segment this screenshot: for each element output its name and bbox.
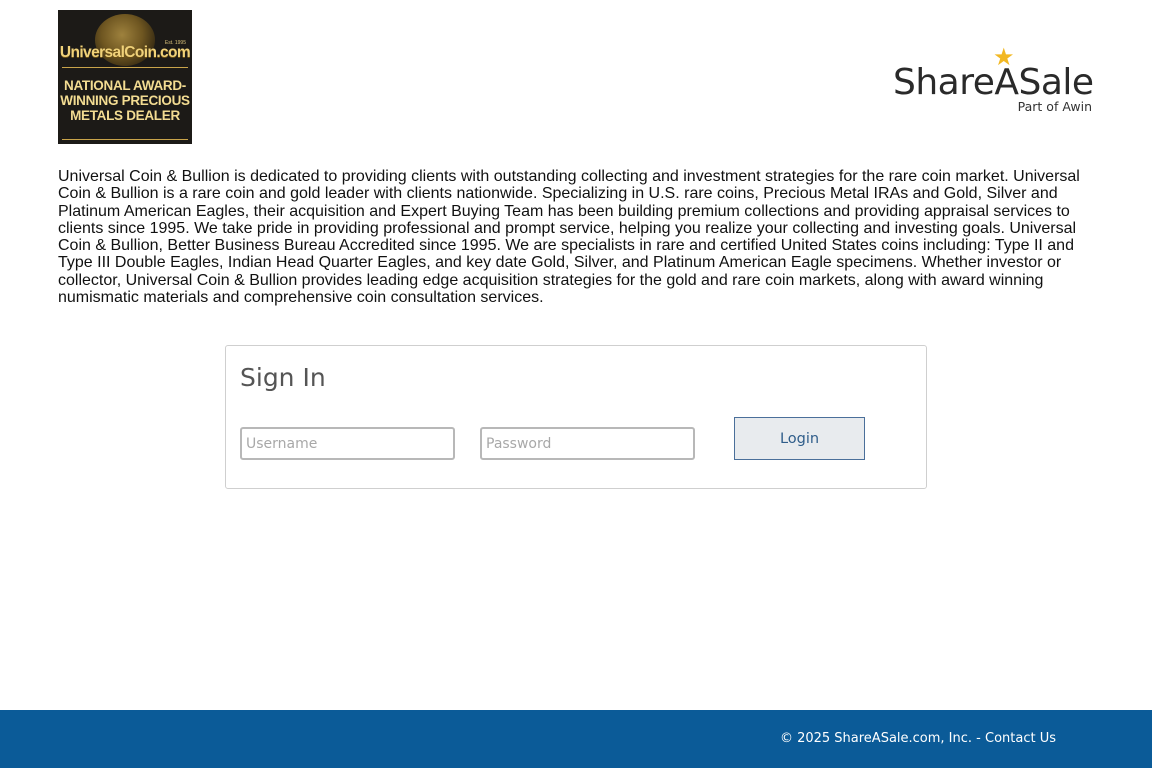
signin-panel: Sign In Login: [225, 345, 927, 489]
logo-divider: [62, 139, 188, 140]
merchant-logo: Est. 1995 UniversalCoin.com National Awa…: [58, 10, 192, 144]
username-input[interactable]: [240, 427, 455, 460]
page: Est. 1995 UniversalCoin.com National Awa…: [0, 0, 1152, 768]
merchant-description: Universal Coin & Bullion is dedicated to…: [58, 168, 1080, 307]
signin-title: Sign In: [240, 363, 326, 392]
contact-us-link[interactable]: Contact Us: [985, 731, 1056, 746]
footer-text: © 2025 ShareASale.com, Inc. - Contact Us: [780, 731, 1056, 746]
logo-divider: [62, 67, 188, 68]
shareasale-wordmark: ShareASale: [893, 62, 1094, 103]
password-input[interactable]: [480, 427, 695, 460]
footer-copyright: © 2025 ShareASale.com, Inc. -: [779, 731, 985, 746]
login-button[interactable]: Login: [734, 417, 865, 460]
logo-brand-text: UniversalCoin.com: [59, 44, 191, 61]
footer: © 2025 ShareASale.com, Inc. - Contact Us: [0, 710, 1152, 768]
logo-tagline: National Award-Winning Precious Metals D…: [60, 78, 190, 123]
shareasale-logo: ★ ShareASale Part of Awin: [893, 44, 1095, 116]
shareasale-subtitle: Part of Awin: [1017, 99, 1092, 114]
